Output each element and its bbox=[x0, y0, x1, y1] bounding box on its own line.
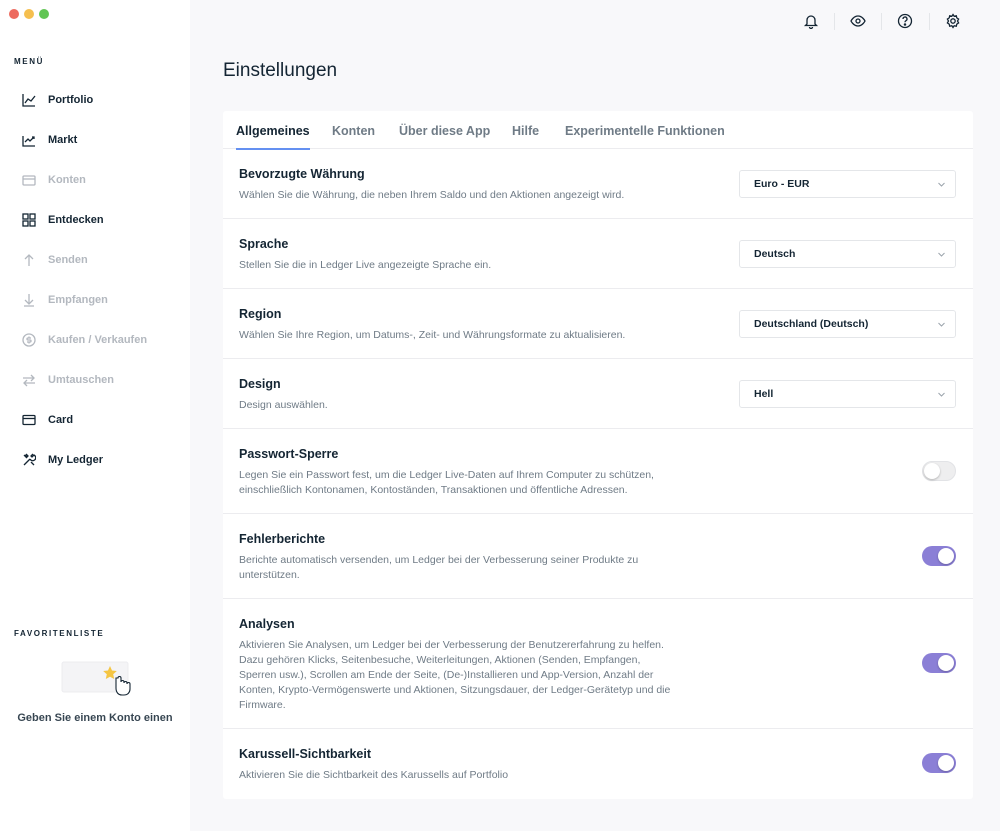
chevron-down-icon bbox=[938, 182, 945, 187]
toggle-knob bbox=[924, 463, 940, 479]
select-value: Deutsch bbox=[754, 248, 796, 260]
market-chart-icon bbox=[22, 133, 36, 147]
settings-card: Allgemeines Konten Über diese App Hilfe … bbox=[223, 111, 973, 799]
setting-description: Wählen Sie Ihre Region, um Datums-, Zeit… bbox=[239, 329, 626, 341]
grid-icon bbox=[22, 213, 36, 227]
sidebar-item-senden[interactable]: Senden bbox=[0, 240, 190, 280]
sidebar-item-markt[interactable]: Markt bbox=[0, 120, 190, 160]
setting-title: Fehlerberichte bbox=[239, 532, 326, 546]
sidebar-item-label: Empfangen bbox=[48, 294, 108, 306]
minimize-window-button[interactable] bbox=[24, 9, 34, 19]
sidebar-item-card[interactable]: Card bbox=[0, 400, 190, 440]
sidebar-item-label: My Ledger bbox=[48, 454, 104, 466]
setting-title: Karussell-Sichtbarkeit bbox=[239, 747, 371, 761]
bell-icon[interactable] bbox=[803, 13, 819, 29]
sidebar-item-label: Portfolio bbox=[48, 94, 94, 106]
language-select[interactable]: Deutsch bbox=[739, 240, 956, 268]
chevron-down-icon bbox=[938, 392, 945, 397]
toggle-knob bbox=[938, 548, 954, 564]
chart-line-icon bbox=[22, 93, 36, 107]
close-window-button[interactable] bbox=[9, 9, 19, 19]
tab-ueber-diese-app[interactable]: Über diese App bbox=[399, 111, 490, 149]
sidebar-item-konten[interactable]: Konten bbox=[0, 160, 190, 200]
sidebar-item-label: Entdecken bbox=[48, 214, 104, 226]
menu-section-title: MENÜ bbox=[14, 57, 44, 66]
setting-description: Legen Sie ein Passwort fest, um die Ledg… bbox=[239, 469, 654, 496]
eye-icon[interactable] bbox=[850, 13, 866, 29]
sidebar-item-label: Card bbox=[48, 414, 74, 426]
setting-description: Stellen Sie die in Ledger Live angezeigt… bbox=[239, 259, 492, 271]
setting-row-region: Region Wählen Sie Ihre Region, um Datums… bbox=[223, 289, 973, 359]
settings-tabs: Allgemeines Konten Über diese App Hilfe … bbox=[223, 111, 973, 150]
sidebar-item-kaufen-verkaufen[interactable]: Kaufen / Verkaufen bbox=[0, 320, 190, 360]
chevron-down-icon bbox=[938, 322, 945, 327]
sidebar-menu: Portfolio Markt Konten Entdecken Senden bbox=[0, 80, 190, 480]
tools-icon bbox=[22, 453, 36, 467]
sidebar-item-label: Kaufen / Verkaufen bbox=[48, 334, 148, 346]
sidebar-item-my-ledger[interactable]: My Ledger bbox=[0, 440, 190, 480]
sidebar-item-umtauschen[interactable]: Umtauschen bbox=[0, 360, 190, 400]
sidebar-item-label: Senden bbox=[48, 254, 88, 266]
currency-select[interactable]: Euro - EUR bbox=[739, 170, 956, 198]
topbar-divider bbox=[929, 13, 930, 30]
sidebar: MENÜ Portfolio Markt Konten Entdecken Se… bbox=[0, 0, 190, 831]
page-title: Einstellungen bbox=[223, 60, 338, 81]
arrow-down-icon bbox=[22, 293, 36, 307]
select-value: Euro - EUR bbox=[754, 178, 810, 190]
carousel-toggle[interactable] bbox=[922, 753, 956, 773]
gear-icon[interactable] bbox=[945, 13, 961, 29]
setting-row-analytics: Analysen Aktivieren Sie Analysen, um Led… bbox=[223, 599, 973, 729]
tab-konten[interactable]: Konten bbox=[332, 111, 375, 149]
error-reports-toggle[interactable] bbox=[922, 546, 956, 566]
analytics-toggle[interactable] bbox=[922, 653, 956, 673]
setting-row-currency: Bevorzugte Währung Wählen Sie die Währun… bbox=[223, 149, 973, 219]
toggle-knob bbox=[938, 655, 954, 671]
card-icon bbox=[22, 413, 36, 427]
swap-icon bbox=[22, 373, 36, 387]
password-lock-toggle[interactable] bbox=[922, 461, 956, 481]
sidebar-item-label: Umtauschen bbox=[48, 374, 115, 386]
topbar-divider bbox=[881, 13, 882, 30]
select-value: Hell bbox=[754, 388, 774, 400]
sidebar-item-portfolio[interactable]: Portfolio bbox=[0, 80, 190, 120]
favorites-empty-text: Geben Sie einem Konto einen bbox=[17, 712, 173, 724]
coin-icon bbox=[22, 333, 36, 347]
select-value: Deutschland (Deutsch) bbox=[754, 318, 869, 330]
setting-description: Aktivieren Sie die Sichtbarkeit des Karu… bbox=[239, 769, 509, 781]
tab-experimentelle-funktionen[interactable]: Experimentelle Funktionen bbox=[565, 111, 725, 149]
tab-hilfe[interactable]: Hilfe bbox=[512, 111, 539, 149]
region-select[interactable]: Deutschland (Deutsch) bbox=[739, 310, 956, 338]
help-icon[interactable] bbox=[897, 13, 913, 29]
setting-row-carousel: Karussell-Sichtbarkeit Aktivieren Sie di… bbox=[223, 729, 973, 797]
window-controls bbox=[9, 9, 49, 19]
setting-row-password-lock: Passwort-Sperre Legen Sie ein Passwort f… bbox=[223, 429, 973, 514]
setting-description: Wählen Sie die Währung, die neben Ihrem … bbox=[239, 189, 625, 201]
design-select[interactable]: Hell bbox=[739, 380, 956, 408]
setting-row-error-reports: Fehlerberichte Berichte automatisch vers… bbox=[223, 514, 973, 599]
chevron-down-icon bbox=[938, 252, 945, 257]
setting-row-language: Sprache Stellen Sie die in Ledger Live a… bbox=[223, 219, 973, 289]
setting-title: Analysen bbox=[239, 617, 295, 631]
wallet-icon bbox=[22, 173, 36, 187]
setting-description: Aktivieren Sie Analysen, um Ledger bei d… bbox=[239, 639, 671, 711]
top-bar bbox=[190, 0, 1000, 44]
toggle-knob bbox=[938, 755, 954, 771]
sidebar-item-label: Markt bbox=[48, 134, 78, 146]
topbar-divider bbox=[834, 13, 835, 30]
setting-title: Passwort-Sperre bbox=[239, 447, 339, 461]
setting-row-design: Design Design auswählen. Hell bbox=[223, 359, 973, 429]
setting-description: Berichte automatisch versenden, um Ledge… bbox=[239, 554, 639, 581]
favorites-section-title: FAVORITENLISTE bbox=[14, 629, 105, 638]
setting-description: Design auswählen. bbox=[239, 399, 328, 411]
tab-allgemeines[interactable]: Allgemeines bbox=[236, 111, 310, 150]
arrow-up-icon bbox=[22, 253, 36, 267]
sidebar-item-entdecken[interactable]: Entdecken bbox=[0, 200, 190, 240]
sidebar-item-label: Konten bbox=[48, 174, 86, 186]
maximize-window-button[interactable] bbox=[39, 9, 49, 19]
sidebar-item-empfangen[interactable]: Empfangen bbox=[0, 280, 190, 320]
favorites-illustration bbox=[60, 656, 135, 702]
